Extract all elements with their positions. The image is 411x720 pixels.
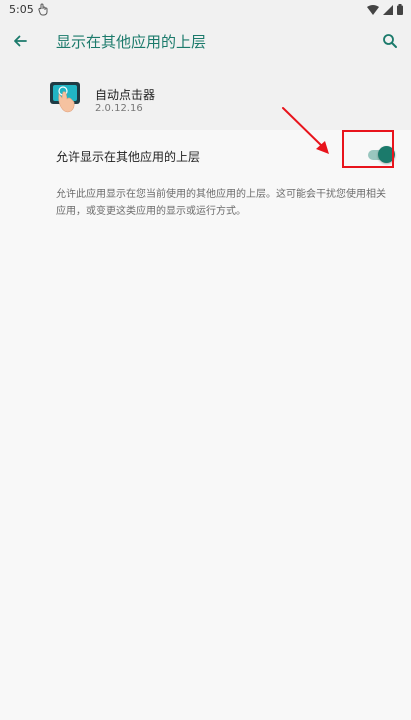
search-button[interactable] (379, 30, 401, 52)
status-bar: 5:05 (0, 0, 411, 20)
wifi-icon (367, 4, 379, 18)
signal-icon (383, 4, 393, 18)
app-version: 2.0.12.16 (95, 103, 143, 114)
battery-icon (397, 4, 403, 18)
back-arrow-icon (14, 35, 27, 47)
app-icon (49, 80, 83, 118)
back-button[interactable] (9, 30, 31, 52)
annotation-arrow-icon (282, 107, 329, 154)
setting-description: 允许此应用显示在您当前使用的其他应用的上层。这可能会干扰您使用相关应用，或变更这… (56, 189, 386, 217)
app-name: 自动点击器 (95, 88, 156, 102)
screen: 5:05 显示在其他应用的上层 自动点击器 2.0.12.16 允许显示在其他应… (0, 0, 411, 720)
search-icon (383, 34, 397, 48)
touch-indicator-icon (37, 3, 49, 19)
setting-label: 允许显示在其他应用的上层 (56, 150, 201, 164)
page-title: 显示在其他应用的上层 (56, 33, 207, 51)
app-bar: 显示在其他应用的上层 (0, 20, 411, 62)
status-time: 5:05 (9, 3, 34, 16)
status-right (367, 4, 403, 18)
